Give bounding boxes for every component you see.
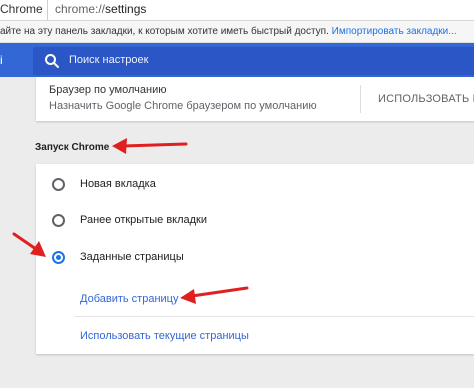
row-divider xyxy=(74,316,474,317)
menu-button-edge[interactable]: i xyxy=(0,53,8,67)
url-scheme: chrome:// xyxy=(55,2,106,16)
bookmarks-message: айте на эту панель закладки, к которым х… xyxy=(0,26,329,37)
default-browser-card: Браузер по умолчанию Назначить Google Ch… xyxy=(36,77,474,121)
url-path: settings xyxy=(105,2,147,16)
address-separator xyxy=(47,0,48,20)
add-page-link[interactable]: Добавить страницу xyxy=(80,293,178,305)
radio-option-continue[interactable]: Ранее открытые вкладки xyxy=(36,208,474,234)
default-browser-subtitle: Назначить Google Chrome браузером по умо… xyxy=(49,100,317,112)
import-bookmarks-link[interactable]: Импортировать закладки... xyxy=(332,26,457,37)
vertical-divider xyxy=(360,85,361,113)
default-browser-title: Браузер по умолчанию xyxy=(49,84,167,96)
option-label: Ранее открытые вкладки xyxy=(80,214,208,226)
search-icon xyxy=(45,54,59,68)
url-text[interactable]: chrome://settings xyxy=(55,2,146,16)
option-label: Новая вкладка xyxy=(80,178,156,190)
bookmarks-bar: айте на эту панель закладки, к которым х… xyxy=(0,21,474,43)
radio-option-specific-pages[interactable]: Заданные страницы xyxy=(36,245,474,271)
radio-button[interactable] xyxy=(52,214,65,227)
red-arrow-annotation xyxy=(112,138,188,154)
option-label: Заданные страницы xyxy=(80,251,184,263)
search-box[interactable]: Поиск настроек xyxy=(33,47,474,75)
search-input[interactable]: Поиск настроек xyxy=(69,54,148,66)
site-chip: Chrome xyxy=(0,2,43,16)
make-default-button[interactable]: ИСПОЛЬЗОВАТЬ ПО xyxy=(378,93,474,105)
settings-header: i Поиск настроек xyxy=(0,43,474,77)
use-current-pages-link[interactable]: Использовать текущие страницы xyxy=(80,330,249,342)
radio-button[interactable] xyxy=(52,178,65,191)
radio-option-new-tab[interactable]: Новая вкладка xyxy=(36,172,474,198)
bookmarks-hint: айте на эту панель закладки, к которым х… xyxy=(0,26,457,37)
radio-button-selected[interactable] xyxy=(52,251,65,264)
address-bar[interactable]: Chrome chrome://settings xyxy=(0,0,474,21)
startup-card: Новая вкладка Ранее открытые вкладки Зад… xyxy=(36,164,474,354)
startup-section-title: Запуск Chrome xyxy=(35,142,110,153)
